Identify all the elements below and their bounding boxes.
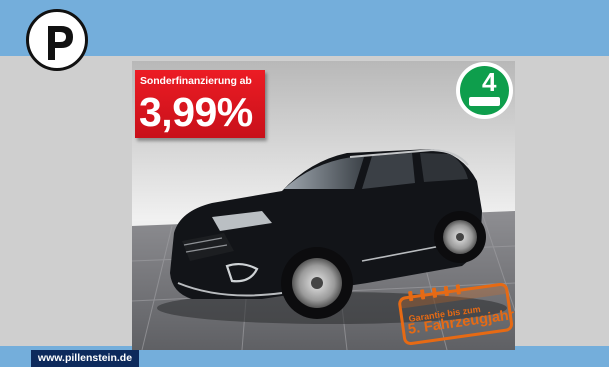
front-wheel bbox=[281, 247, 353, 319]
website-url-link[interactable]: www.pillenstein.de bbox=[31, 350, 139, 367]
promo-rate: 3,99% bbox=[139, 89, 253, 135]
pillenstein-logo-icon bbox=[26, 9, 88, 71]
header-band bbox=[0, 0, 609, 56]
financing-promo-badge: Sonderfinanzierung ab 3,99% bbox=[135, 70, 265, 138]
green-environmental-badge-icon: 4 bbox=[456, 62, 513, 119]
promo-label: Sonderfinanzierung ab bbox=[140, 75, 252, 87]
badge-number: 4 bbox=[482, 67, 497, 97]
rear-wheel bbox=[434, 211, 486, 263]
